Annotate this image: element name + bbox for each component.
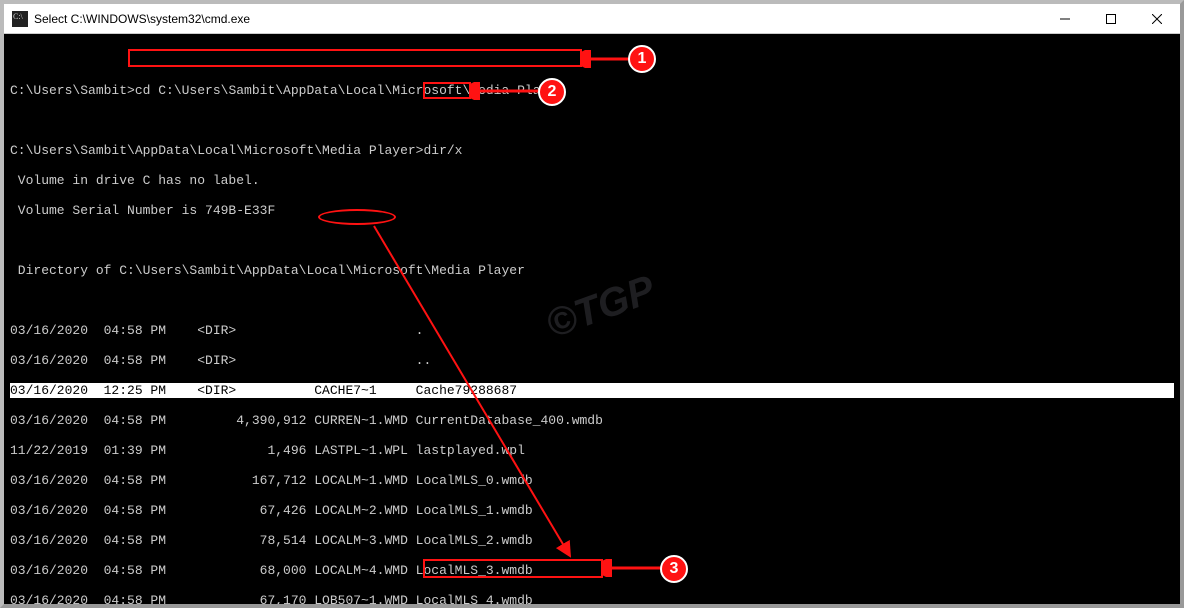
blank <box>10 233 1174 248</box>
blank <box>10 293 1174 308</box>
annotation-badge-1: 1 <box>628 45 656 73</box>
cmd-line-1: C:\Users\Sambit>cd C:\Users\Sambit\AppDa… <box>10 83 1174 98</box>
cmd-line-2: C:\Users\Sambit\AppData\Local\Microsoft\… <box>10 143 1174 158</box>
cmd1-text: cd C:\Users\Sambit\AppData\Local\Microso… <box>135 83 564 98</box>
vol2: Volume Serial Number is 749B-E33F <box>10 203 1174 218</box>
terminal[interactable]: C:\Users\Sambit>cd C:\Users\Sambit\AppDa… <box>4 34 1180 604</box>
row: 03/16/2020 04:58 PM <DIR> . <box>10 323 1174 338</box>
minimize-button[interactable] <box>1042 4 1088 33</box>
row: 03/16/2020 04:58 PM 67,170 LOB507~1.WMD … <box>10 593 1174 604</box>
row-highlighted: 03/16/2020 12:25 PM <DIR> CACHE7~1 Cache… <box>10 383 1174 398</box>
cmd-icon <box>12 11 28 27</box>
row: 03/16/2020 04:58 PM <DIR> .. <box>10 353 1174 368</box>
row: 11/22/2019 01:39 PM 1,496 LASTPL~1.WPL l… <box>10 443 1174 458</box>
vol1: Volume in drive C has no label. <box>10 173 1174 188</box>
maximize-button[interactable] <box>1088 4 1134 33</box>
row: 03/16/2020 04:58 PM 4,390,912 CURREN~1.W… <box>10 413 1174 428</box>
annotation-badge-3: 3 <box>660 555 688 583</box>
cmd2-text: dir/x <box>423 143 462 158</box>
window-title: Select C:\WINDOWS\system32\cmd.exe <box>34 12 1042 26</box>
dirof: Directory of C:\Users\Sambit\AppData\Loc… <box>10 263 1174 278</box>
row: 03/16/2020 04:58 PM 68,000 LOCALM~4.WMD … <box>10 563 1174 578</box>
window-buttons <box>1042 4 1180 33</box>
row: 03/16/2020 04:58 PM 167,712 LOCALM~1.WMD… <box>10 473 1174 488</box>
annotation-badge-2: 2 <box>538 78 566 106</box>
row: 03/16/2020 04:58 PM 78,514 LOCALM~3.WMD … <box>10 533 1174 548</box>
blank <box>10 113 1174 128</box>
blank <box>10 53 1174 68</box>
row: 03/16/2020 04:58 PM 67,426 LOCALM~2.WMD … <box>10 503 1174 518</box>
titlebar[interactable]: Select C:\WINDOWS\system32\cmd.exe <box>4 4 1180 34</box>
close-button[interactable] <box>1134 4 1180 33</box>
